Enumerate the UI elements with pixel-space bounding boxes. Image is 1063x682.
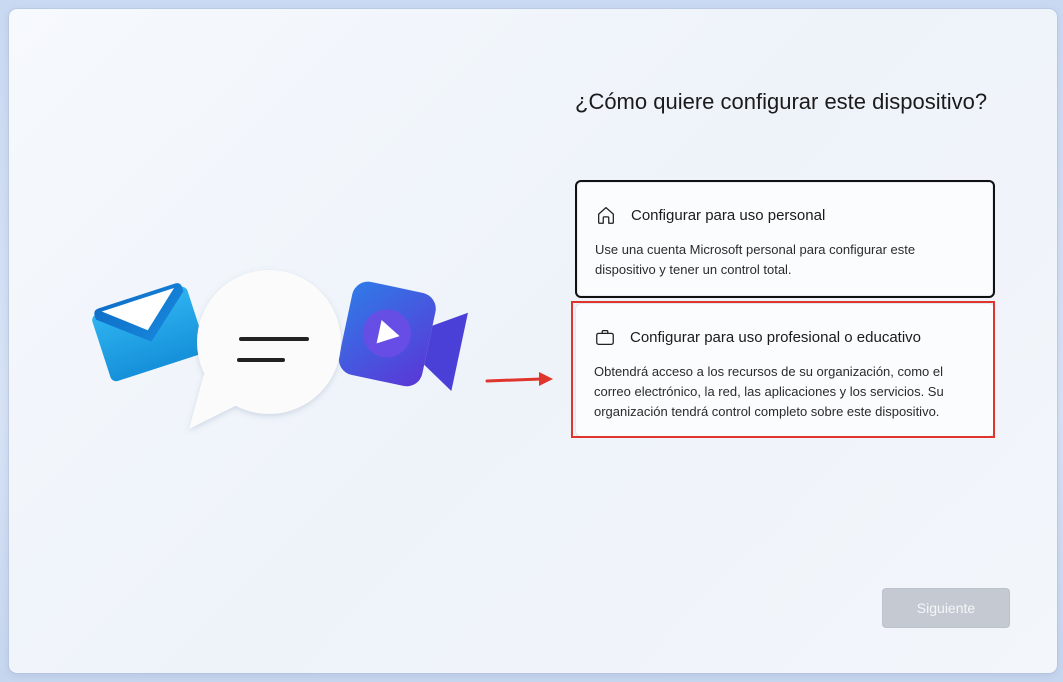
option-personal-title: Configurar para uso personal (631, 206, 826, 224)
option-personal-header: Configurar para uso personal (595, 204, 975, 226)
page-title: ¿Cómo quiere configurar este dispositivo… (575, 88, 988, 114)
option-personal-use[interactable]: Configurar para uso personal Use una cue… (575, 180, 995, 298)
oobe-window: ¿Cómo quiere configurar este dispositivo… (9, 9, 1057, 673)
apps-illustration (92, 270, 468, 429)
option-work-title: Configurar para uso profesional o educat… (630, 328, 922, 346)
option-work-header: Configurar para uso profesional o educat… (594, 326, 976, 348)
option-work-school-use[interactable]: Configurar para uso profesional o educat… (575, 303, 995, 437)
next-button[interactable]: Siguiente (882, 588, 1010, 628)
chat-bubble-icon (189, 270, 341, 429)
home-icon (598, 207, 614, 224)
option-personal-description: Use una cuenta Microsoft personal para c… (595, 242, 916, 277)
video-app-icon (338, 281, 468, 392)
option-work-description: Obtendrá acceso a los recursos de su org… (594, 364, 944, 419)
mail-app-icon (92, 283, 206, 382)
briefcase-icon (596, 329, 614, 345)
arrow-annotation (485, 372, 553, 386)
